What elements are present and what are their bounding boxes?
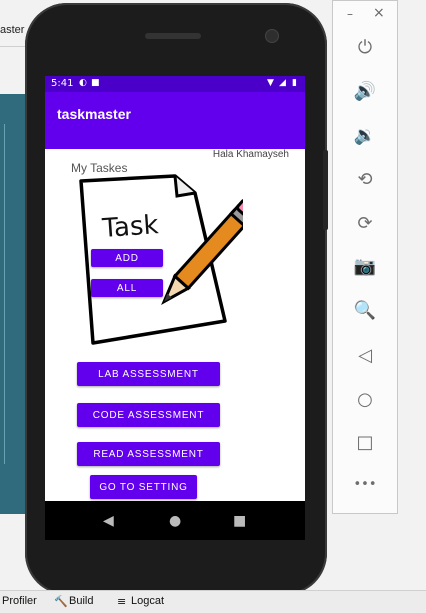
rotate-left-icon[interactable]: ⟲ [333, 169, 397, 190]
battery-icon: ▮ [292, 78, 297, 88]
add-button[interactable]: ADD [91, 249, 163, 267]
overview-icon[interactable]: □ [333, 432, 397, 453]
minimize-icon[interactable]: – [347, 7, 353, 21]
go-to-setting-button[interactable]: GO TO SETTING [90, 475, 197, 499]
wifi-icon: ▼ [267, 78, 274, 88]
zoom-icon[interactable]: 🔍 [333, 300, 397, 321]
code-assessment-button[interactable]: CODE ASSESSMENT [77, 403, 220, 427]
app-title: taskmaster [57, 106, 131, 122]
lab-assessment-button[interactable]: LAB ASSESSMENT [77, 362, 220, 386]
phone-side-button[interactable] [323, 150, 328, 230]
status-bar: 5:41 ◐ ■ ▼ ◢ ▮ [45, 76, 305, 92]
rotate-right-icon[interactable]: ⟳ [333, 213, 397, 234]
all-button[interactable]: ALL [91, 279, 163, 297]
profiler-tab[interactable]: Profiler [2, 595, 37, 607]
back-icon[interactable]: ◁ [333, 345, 397, 366]
volume-down-icon[interactable]: 🔉 [333, 125, 397, 146]
emulator-toolbar: – × ⏻ 🔊 🔉 ⟲ ⟳ 📷 🔍 ◁ ○ □ ••• [332, 0, 398, 514]
ide-editor-preview [0, 94, 28, 514]
app-bar: taskmaster [45, 92, 305, 149]
ide-bottom-toolbar: Profiler 🔨 Build ≡ Logcat [0, 590, 426, 613]
device-screen: 5:41 ◐ ■ ▼ ◢ ▮ taskmaster Hala Khamayseh… [45, 76, 305, 540]
close-icon[interactable]: × [373, 5, 385, 21]
volume-up-icon[interactable]: 🔊 [333, 81, 397, 102]
screenshot-icon[interactable]: 📷 [333, 256, 397, 277]
nav-home-icon[interactable]: ● [169, 513, 181, 529]
nav-back-icon[interactable]: ◀ [103, 513, 114, 529]
build-icon: 🔨 [54, 595, 68, 608]
phone-speaker [145, 33, 201, 39]
read-assessment-button[interactable]: READ ASSESSMENT [77, 442, 220, 466]
system-nav-bar: ◀ ● ■ [45, 501, 305, 540]
status-sim-icon: ■ [91, 78, 100, 88]
home-icon[interactable]: ○ [333, 389, 397, 410]
logcat-icon: ≡ [117, 595, 127, 608]
nav-recents-icon[interactable]: ■ [233, 513, 246, 529]
build-tab[interactable]: Build [69, 595, 93, 607]
status-time: 5:41 [51, 78, 74, 89]
ide-window-title: aster [0, 24, 25, 36]
power-icon[interactable]: ⏻ [333, 37, 397, 58]
status-notification-icon: ◐ [79, 78, 87, 88]
more-icon[interactable]: ••• [333, 477, 397, 492]
logcat-tab[interactable]: Logcat [131, 595, 164, 607]
phone-camera [265, 29, 279, 43]
author-name: Hala Khamayseh [212, 149, 289, 160]
illustration-task-text: Task [100, 210, 159, 244]
signal-icon: ◢ [279, 78, 286, 88]
